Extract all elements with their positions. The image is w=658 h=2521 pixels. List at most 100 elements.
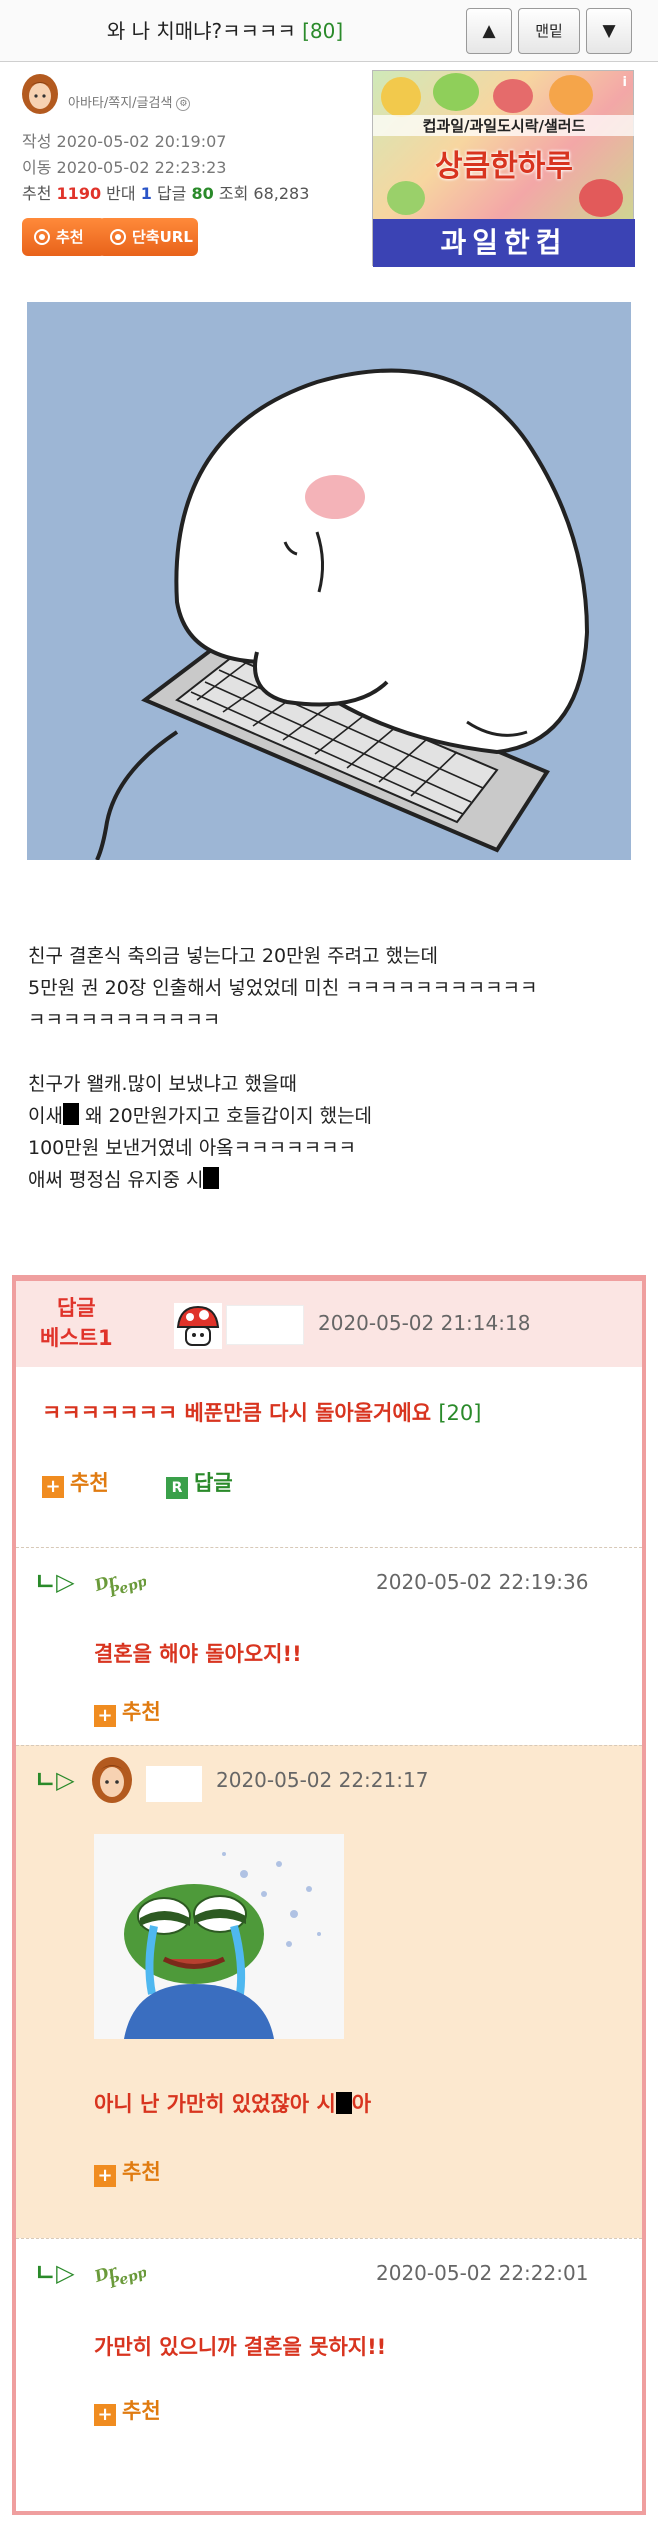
written-date: 작성 2020-05-02 20:19:07 [22,132,227,151]
best-label: 답글 베스트1 [40,1293,113,1353]
best-comment-body: ㅋㅋㅋㅋㅋㅋㅋ 베푼만큼 다시 돌아올거에요 [42,1401,432,1425]
link-icon [110,229,126,245]
comment-recommend-button[interactable]: + 추천 [94,2395,161,2426]
reply-text: 아니 난 가만히 있었잖아 시 아 [94,2088,371,2118]
ad-brand: 과일한컵 [373,219,635,267]
fruit-image [387,181,425,215]
crying-frog-image [94,1834,344,2039]
reply-text-part: 아니 난 가만히 있었잖아 시 [94,2092,336,2116]
commenter-name[interactable] [146,1766,202,1802]
replies-count: 80 [191,184,214,203]
reply-comment: ㄴ▷ 2020-05-02 22:21:17 아니 난 가만히 있었잖아 시 아… [16,1745,642,2238]
title-bar: 와 나 치매냐?ㅋㅋㅋㅋ [80] ▲ 맨밑 ▼ [0,0,658,62]
plus-icon: + [94,2404,116,2426]
author-avatar[interactable] [20,72,60,116]
moved-date: 이동 2020-05-02 22:23:23 [22,158,227,177]
comment-date: 2020-05-02 22:22:01 [376,2261,589,2285]
gear-icon: ⚙ [176,96,191,111]
body-line: ㅋㅋㅋㅋㅋㅋㅋㅋㅋㅋㅋ [28,1009,221,1031]
dr-pepper-avatar[interactable]: Dr Pepper [90,2251,146,2289]
author-links-text[interactable]: 아바타/쪽지/글검색 [68,96,172,111]
comment-recommend-button[interactable]: + 추천 [94,2156,161,2187]
fruit-image [493,79,533,113]
censor-block [203,1167,220,1189]
post-body: 친구 결혼식 축의금 넣는다고 20만원 주려고 했는데 5만원 권 20장 인… [28,940,638,1196]
best-comment-text: ㅋㅋㅋㅋㅋㅋㅋ 베푼만큼 다시 돌아올거에요 [20] [42,1397,481,1427]
ad-banner[interactable]: i 컵과일/과일도시락/샐러드 상큼한하루 과일한컵 [372,70,635,267]
body-line-part: 왜 20만원가지고 호들갑이지 했는데 [78,1105,373,1127]
body-line-part: 이새 [28,1105,63,1127]
comment-recommend-button[interactable]: + 추천 [42,1467,109,1498]
reply-arrow-icon: ㄴ▷ [34,2259,75,2287]
reply-comment: ㄴ▷ Dr Pepper 2020-05-02 22:19:36 결혼을 해야 … [16,1547,642,1745]
censor-block [335,2092,352,2114]
reply-label: 답글 [194,1471,233,1495]
blob-at-keyboard-illustration [27,302,631,860]
recommend-label: 추천 [22,184,52,203]
best-comment-header: 답글 베스트1 2020-05-02 21:14:18 [16,1281,642,1367]
ad-info-icon[interactable]: i [623,75,627,90]
ad-headline: 상큼한하루 [435,149,573,184]
body-line: 이새 왜 20만원가지고 호들갑이지 했는데 [28,1100,638,1132]
censor-block [62,1103,79,1125]
fruit-image [433,73,479,111]
crying-frog-illustration [94,1834,344,2039]
fruit-image [549,75,593,115]
views-count: 68,283 [253,184,310,203]
recommend-button-label: 추천 [56,228,84,246]
body-line: 애써 평정심 유지중 시 [28,1164,638,1196]
recommend-label: 추천 [122,2399,161,2423]
oppose-count: 1 [140,184,152,203]
recommend-label: 추천 [122,2160,161,2184]
best-comment: ㅋㅋㅋㅋㅋㅋㅋ 베푼만큼 다시 돌아올거에요 [20] + 추천 R 답글 [16,1367,642,1547]
comment-date: 2020-05-02 21:14:18 [318,1311,531,1335]
reply-arrow-icon: ㄴ▷ [34,1766,75,1794]
body-line: 5만원 권 20장 인출해서 넣었었데 미친 ㅋㅋㅋㅋㅋㅋㅋㅋㅋㅋㅋ [28,977,538,999]
go-bottom-button[interactable]: 맨밑 [518,8,580,54]
best-label-line1: 답글 [56,1296,96,1320]
post-title: 와 나 치매냐?ㅋㅋㅋㅋ [80] [0,0,450,62]
scroll-up-button[interactable]: ▲ [466,8,512,54]
dr-pepper-avatar[interactable]: Dr Pepper [90,1560,146,1598]
body-line-part: 애써 평정심 유지중 시 [28,1169,204,1191]
post-image [27,302,631,860]
body-line: 친구 결혼식 축의금 넣는다고 20만원 주려고 했는데 [28,945,439,967]
commenter-avatar[interactable] [90,1754,134,1804]
commenter-name[interactable] [226,1305,304,1345]
reply-text-part: 아 [351,2092,372,2116]
comment-date: 2020-05-02 22:19:36 [376,1570,589,1594]
fruit-image [381,77,421,117]
short-url-button[interactable]: 단축URL [98,218,198,256]
views-label: 조회 [218,184,249,203]
plus-icon: + [42,1476,64,1498]
reply-text: 결혼을 해야 돌아오지!! [94,1642,302,1666]
best-comment-reply-count: [20] [438,1401,482,1425]
reply-count: [80] [302,19,344,43]
reply-icon: R [166,1477,188,1499]
replies-label: 답글 [156,184,187,203]
post-title-text: 와 나 치매냐?ㅋㅋㅋㅋ [106,19,296,43]
scroll-down-button[interactable]: ▼ [586,8,632,54]
body-line: 100만원 보낸거였네 아옼ㅋㅋㅋㅋㅋㅋㅋ [28,1137,357,1159]
recommend-count: 1190 [56,184,102,203]
ad-subtitle: 컵과일/과일도시락/샐러드 [373,115,635,136]
reply-text: 가만히 있으니까 결혼을 못하지!! [94,2335,387,2359]
mushroom-avatar[interactable] [174,1303,222,1349]
oppose-label: 반대 [106,184,136,203]
body-gap [28,1036,638,1068]
short-url-label: 단축URL [132,228,193,246]
recommend-button[interactable]: 추천 [22,218,106,256]
body-line: 친구가 왤캐.많이 보냈냐고 했을때 [28,1073,297,1095]
comment-date: 2020-05-02 22:21:17 [216,1768,429,1792]
recommend-label: 추천 [122,1700,161,1724]
reply-arrow-icon: ㄴ▷ [34,1568,75,1596]
comment-section: 답글 베스트1 2020-05-02 21:14:18 ㅋㅋㅋㅋㅋㅋㅋ 베푼만큼… [12,1275,646,2515]
comment-reply-button[interactable]: R 답글 [166,1467,233,1499]
comment-recommend-button[interactable]: + 추천 [94,1696,161,1727]
best-label-line2: 베스트1 [40,1326,113,1350]
recommend-icon [34,229,50,245]
author-links[interactable]: 아바타/쪽지/글검색 ⚙ [68,92,191,111]
plus-icon: + [94,2165,116,2187]
reply-comment: ㄴ▷ Dr Pepper 2020-05-02 22:22:01 가만히 있으니… [16,2238,642,2506]
recommend-label: 추천 [70,1471,109,1495]
